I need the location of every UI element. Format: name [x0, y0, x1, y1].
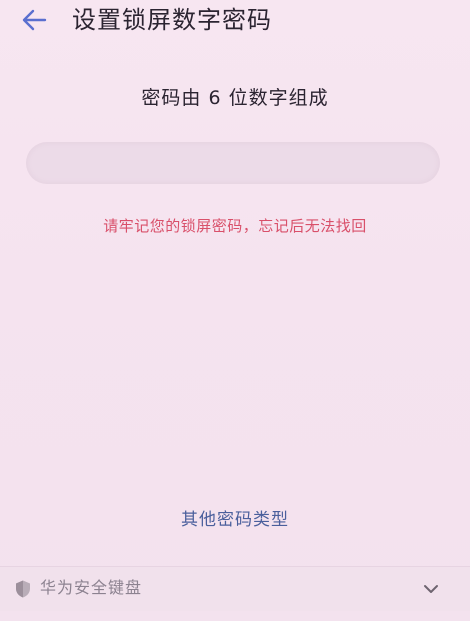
chevron-down-icon [424, 585, 438, 593]
pin-input-field[interactable] [26, 142, 440, 184]
other-password-types-link[interactable]: 其他密码类型 [0, 506, 470, 534]
arrow-left-icon [22, 9, 47, 31]
collapse-keyboard-button[interactable] [416, 575, 446, 603]
shield-icon [14, 579, 32, 599]
page-title: 设置锁屏数字密码 [72, 6, 272, 34]
warning-text: 请牢记您的锁屏密码，忘记后无法找回 [103, 217, 367, 235]
header: 设置锁屏数字密码 [0, 0, 470, 44]
lock-screen-pin-setup: 设置锁屏数字密码 密码由 6 位数字组成 请牢记您的锁屏密码，忘记后无法找回 其… [0, 0, 470, 621]
secure-keyboard-label: 华为安全键盘 [40, 578, 143, 597]
back-button[interactable] [18, 4, 52, 36]
secure-keyboard-bar: 华为安全键盘 [0, 566, 470, 611]
pin-length-hint: 密码由 6 位数字组成 [141, 87, 329, 109]
